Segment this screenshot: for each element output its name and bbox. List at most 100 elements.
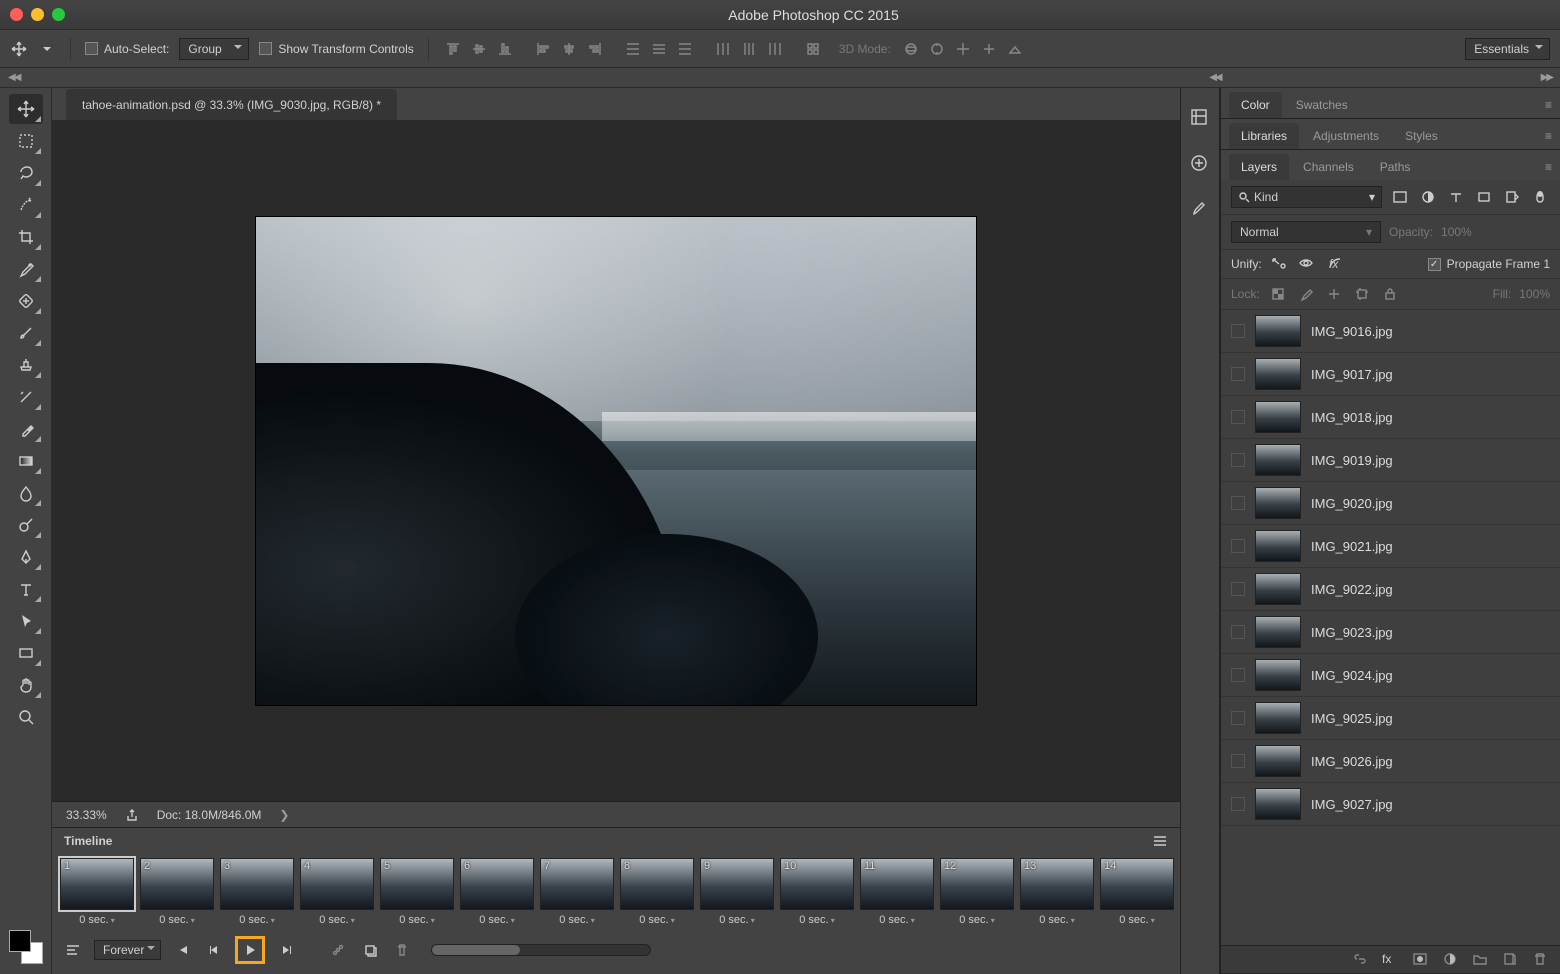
align-bottom-icon[interactable] xyxy=(495,40,515,58)
visibility-toggle[interactable] xyxy=(1231,754,1245,768)
align-right-icon[interactable] xyxy=(585,40,605,58)
healing-brush-tool[interactable] xyxy=(9,286,43,316)
visibility-toggle[interactable] xyxy=(1231,410,1245,424)
adjustment-layer-icon[interactable] xyxy=(1442,952,1460,968)
layer-filter-select[interactable]: Kind ▾ xyxy=(1231,186,1382,208)
layer-name[interactable]: IMG_9027.jpg xyxy=(1311,797,1550,812)
layer-group-icon[interactable] xyxy=(1472,952,1490,968)
unify-visibility-icon[interactable] xyxy=(1298,256,1318,272)
timeline-frame[interactable]: 140 sec. xyxy=(1100,858,1174,926)
layer-row[interactable]: IMG_9020.jpg xyxy=(1221,482,1560,525)
timeline-frame[interactable]: 100 sec. xyxy=(780,858,854,926)
foreground-color-swatch[interactable] xyxy=(9,930,31,952)
layer-fx-icon[interactable]: fx xyxy=(1382,952,1400,968)
timeline-frame[interactable]: 60 sec. xyxy=(460,858,534,926)
timeline-frame[interactable]: 70 sec. xyxy=(540,858,614,926)
timeline-frame[interactable]: 90 sec. xyxy=(700,858,774,926)
distribute-left-icon[interactable] xyxy=(713,40,733,58)
layer-thumbnail[interactable] xyxy=(1255,702,1301,734)
layer-name[interactable]: IMG_9016.jpg xyxy=(1311,324,1550,339)
move-tool-icon[interactable] xyxy=(10,40,28,58)
layer-name[interactable]: IMG_9026.jpg xyxy=(1311,754,1550,769)
eraser-tool[interactable] xyxy=(9,414,43,444)
properties-panel-icon[interactable] xyxy=(1188,152,1212,176)
timeline-frame[interactable]: 120 sec. xyxy=(940,858,1014,926)
layer-thumbnail[interactable] xyxy=(1255,530,1301,562)
timeline-options-icon[interactable] xyxy=(62,940,84,960)
next-frame-button[interactable] xyxy=(275,940,297,960)
align-hcenter-icon[interactable] xyxy=(559,40,579,58)
filter-shape-icon[interactable] xyxy=(1474,188,1494,206)
visibility-toggle[interactable] xyxy=(1231,539,1245,553)
orbit-icon[interactable] xyxy=(901,40,921,58)
align-left-icon[interactable] xyxy=(533,40,553,58)
visibility-toggle[interactable] xyxy=(1231,711,1245,725)
distribute-bottom-icon[interactable] xyxy=(675,40,695,58)
timeline-frame[interactable]: 110 sec. xyxy=(860,858,934,926)
delete-layer-icon[interactable] xyxy=(1532,952,1550,968)
layer-row[interactable]: IMG_9017.jpg xyxy=(1221,353,1560,396)
path-select-tool[interactable] xyxy=(9,606,43,636)
pan-icon[interactable] xyxy=(953,40,973,58)
zoom-3d-icon[interactable] xyxy=(1005,40,1025,58)
brush-panel-icon[interactable] xyxy=(1188,198,1212,222)
loop-select[interactable]: Forever xyxy=(94,940,161,960)
filter-toggle-icon[interactable] xyxy=(1530,188,1550,206)
lock-transparency-icon[interactable] xyxy=(1268,285,1288,303)
timeline-frame[interactable]: 20 sec. xyxy=(140,858,214,926)
layer-name[interactable]: IMG_9025.jpg xyxy=(1311,711,1550,726)
fill-value[interactable]: 100% xyxy=(1519,287,1550,301)
lasso-tool[interactable] xyxy=(9,158,43,188)
layer-thumbnail[interactable] xyxy=(1255,573,1301,605)
layer-row[interactable]: IMG_9021.jpg xyxy=(1221,525,1560,568)
visibility-toggle[interactable] xyxy=(1231,625,1245,639)
layer-row[interactable]: IMG_9016.jpg xyxy=(1221,310,1560,353)
layer-name[interactable]: IMG_9023.jpg xyxy=(1311,625,1550,640)
timeline-frame[interactable]: 80 sec. xyxy=(620,858,694,926)
visibility-toggle[interactable] xyxy=(1231,324,1245,338)
layer-row[interactable]: IMG_9023.jpg xyxy=(1221,611,1560,654)
timeline-frame[interactable]: 10 sec. xyxy=(60,858,134,926)
close-window-button[interactable] xyxy=(10,8,23,21)
history-panel-icon[interactable] xyxy=(1188,106,1212,130)
layer-row[interactable]: IMG_9024.jpg xyxy=(1221,654,1560,697)
layer-thumbnail[interactable] xyxy=(1255,788,1301,820)
canvas-area[interactable] xyxy=(52,120,1180,801)
lock-artboard-icon[interactable] xyxy=(1352,285,1372,303)
crop-tool[interactable] xyxy=(9,222,43,252)
expand-right-icon[interactable]: ▶▶ xyxy=(1541,72,1552,83)
marquee-tool[interactable] xyxy=(9,126,43,156)
link-layers-icon[interactable] xyxy=(1352,952,1370,968)
document-canvas[interactable] xyxy=(256,217,976,705)
hand-tool[interactable] xyxy=(9,670,43,700)
visibility-toggle[interactable] xyxy=(1231,367,1245,381)
quick-select-tool[interactable] xyxy=(9,190,43,220)
show-transform-checkbox[interactable]: Show Transform Controls xyxy=(259,42,413,56)
roll-icon[interactable] xyxy=(927,40,947,58)
layer-name[interactable]: IMG_9022.jpg xyxy=(1311,582,1550,597)
auto-select-checkbox[interactable]: Auto-Select: xyxy=(85,42,169,56)
layer-name[interactable]: IMG_9021.jpg xyxy=(1311,539,1550,554)
layer-thumbnail[interactable] xyxy=(1255,444,1301,476)
visibility-toggle[interactable] xyxy=(1231,668,1245,682)
distribute-hcenter-icon[interactable] xyxy=(739,40,759,58)
layer-name[interactable]: IMG_9024.jpg xyxy=(1311,668,1550,683)
layer-mask-icon[interactable] xyxy=(1412,952,1430,968)
tab-styles[interactable]: Styles xyxy=(1393,123,1450,149)
auto-align-icon[interactable] xyxy=(803,40,823,58)
propagate-frame-checkbox[interactable]: ✓Propagate Frame 1 xyxy=(1428,257,1550,271)
visibility-toggle[interactable] xyxy=(1231,453,1245,467)
foreground-background-colors[interactable] xyxy=(9,930,43,964)
filter-pixel-icon[interactable] xyxy=(1390,188,1410,206)
layer-thumbnail[interactable] xyxy=(1255,487,1301,519)
layer-row[interactable]: IMG_9027.jpg xyxy=(1221,783,1560,826)
opacity-value[interactable]: 100% xyxy=(1441,225,1472,239)
visibility-toggle[interactable] xyxy=(1231,582,1245,596)
collapse-left-icon[interactable]: ◀◀ xyxy=(8,72,19,83)
brush-tool[interactable] xyxy=(9,318,43,348)
maximize-window-button[interactable] xyxy=(52,8,65,21)
panel-menu-icon[interactable]: ≡ xyxy=(1545,129,1552,143)
layer-list[interactable]: IMG_9016.jpgIMG_9017.jpgIMG_9018.jpgIMG_… xyxy=(1221,310,1560,945)
timeline-menu-icon[interactable] xyxy=(1152,835,1168,847)
layer-thumbnail[interactable] xyxy=(1255,358,1301,390)
